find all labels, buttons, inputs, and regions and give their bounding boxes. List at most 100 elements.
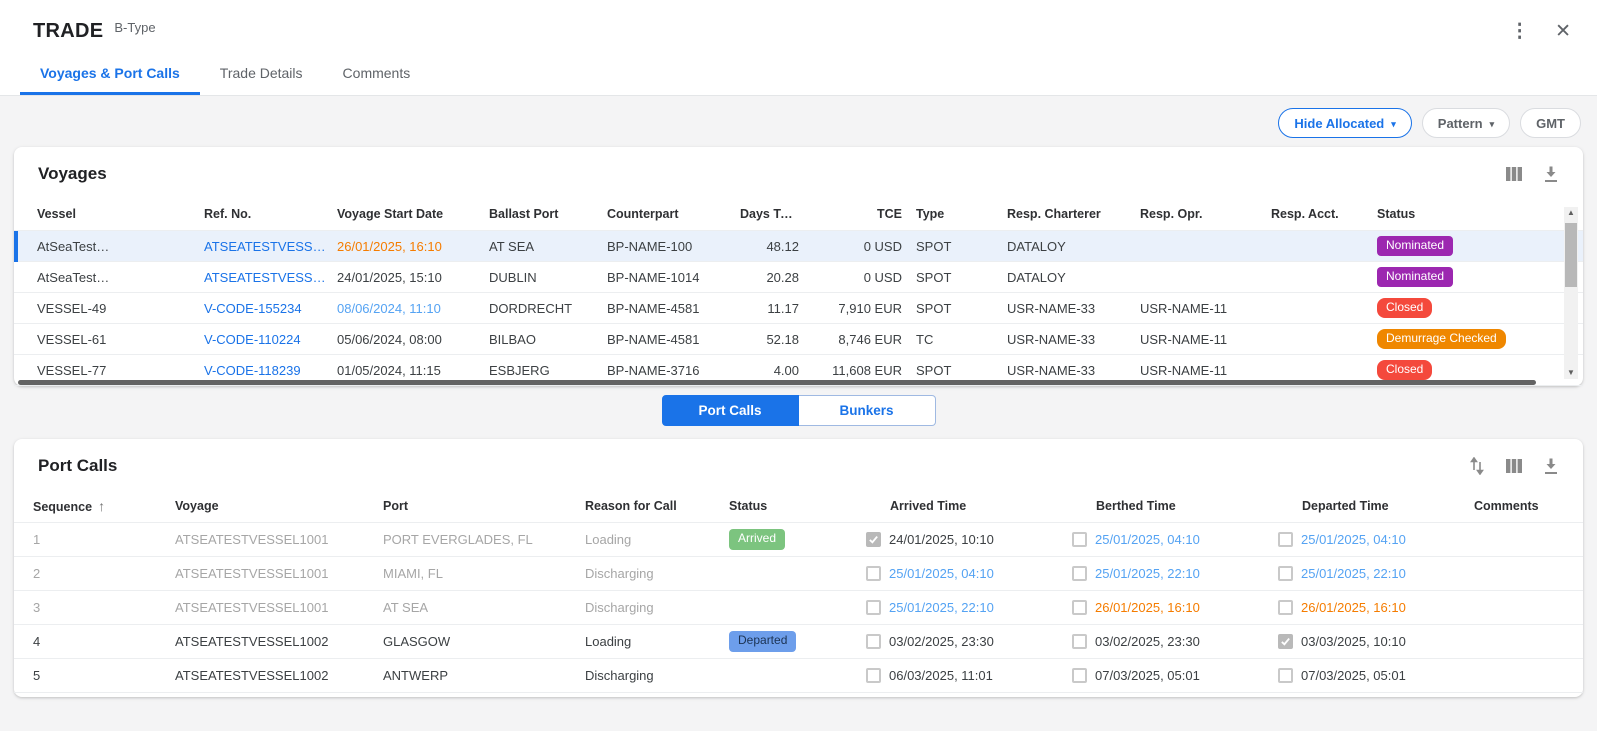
type-cell: SPOT [916,239,1007,254]
port-call-row[interactable]: 4ATSEATESTVESSEL1002GLASGOWLoadingDepart… [14,625,1583,659]
status-cell: Departed [729,631,866,651]
tab-voyages-port-calls[interactable]: Voyages & Port Calls [20,52,200,95]
departed-time-checkbox[interactable] [1278,634,1293,649]
dialog-header: TRADE B-Type ⋮ ✕ Voyages & Port Calls Tr… [0,0,1597,96]
departed-time-checkbox[interactable] [1278,668,1293,683]
col-status[interactable]: Status [1377,207,1533,221]
col-vessel[interactable]: Vessel [37,207,204,221]
col-type[interactable]: Type [916,207,1007,221]
voyage-row[interactable]: AtSeaTest…ATSEATESTVESSEL100124/01/2025,… [14,262,1583,293]
berthed-time-checkbox[interactable] [1072,532,1087,547]
columns-icon[interactable] [1505,458,1523,474]
kebab-menu-icon[interactable]: ⋮ [1510,22,1529,41]
col-resp-charterer[interactable]: Resp. Charterer [1007,207,1140,221]
bunkers-toggle[interactable]: Bunkers [799,395,936,426]
port-call-row[interactable]: 2ATSEATESTVESSEL1001MIAMI, FLDischarging… [14,557,1583,591]
departed-time-value: 26/01/2025, 16:10 [1301,600,1406,615]
status-badge: Closed [1377,298,1432,318]
arrived-time-checkbox[interactable] [866,566,881,581]
col-reason-for-call[interactable]: Reason for Call [585,499,729,513]
berthed-time-checkbox[interactable] [1072,634,1087,649]
ballast-port-cell: BILBAO [489,332,607,347]
pattern-button[interactable]: Pattern ▾ [1422,108,1510,138]
ref-no-link[interactable]: ATSEATESTVESSEL1002 [204,239,337,254]
port-calls-header-row: Sequence↑ Voyage Port Reason for Call St… [14,490,1583,523]
col-status[interactable]: Status [729,499,866,513]
col-ballast-port[interactable]: Ballast Port [489,207,607,221]
berthed-time-checkbox[interactable] [1072,600,1087,615]
col-resp-opr[interactable]: Resp. Opr. [1140,207,1271,221]
voyage-row[interactable]: VESSEL-61V-CODE-11022405/06/2024, 08:00B… [14,324,1583,355]
gmt-label: GMT [1536,116,1565,131]
col-counterpart[interactable]: Counterpart [607,207,740,221]
resp-opr-cell: USR-NAME-11 [1140,332,1271,347]
col-days-total[interactable]: Days Total [740,207,813,221]
scroll-up-icon[interactable]: ▲ [1564,207,1578,219]
col-voyage-start-date[interactable]: Voyage Start Date [337,207,489,221]
type-cell: SPOT [916,363,1007,378]
scrollbar-thumb[interactable] [1565,223,1577,287]
tab-trade-details[interactable]: Trade Details [200,52,323,95]
ref-no-link[interactable]: V-CODE-118239 [204,363,337,378]
col-comments[interactable]: Comments [1460,499,1563,513]
scroll-down-icon[interactable]: ▼ [1564,367,1578,379]
col-berthed-time[interactable]: Berthed Time [1072,499,1278,513]
berthed-time-cell: 26/01/2025, 16:10 [1072,600,1278,615]
arrived-time-checkbox[interactable] [866,668,881,683]
sort-ascending-icon[interactable]: ↑ [98,498,105,514]
berthed-time-checkbox[interactable] [1072,566,1087,581]
columns-icon[interactable] [1505,166,1523,182]
sequence-cell: 2 [33,566,175,581]
arrived-time-value: 25/01/2025, 04:10 [889,566,994,581]
arrived-time-value: 03/02/2025, 23:30 [889,634,994,649]
vessel-cell: VESSEL-49 [37,301,204,316]
voyages-table-body: AtSeaTest…ATSEATESTVESSEL100226/01/2025,… [14,231,1583,386]
arrived-time-checkbox[interactable] [866,600,881,615]
hide-allocated-button[interactable]: Hide Allocated ▾ [1278,108,1411,138]
port-calls-table-body: 1ATSEATESTVESSEL1001PORT EVERGLADES, FLL… [14,523,1583,693]
voyage-row[interactable]: VESSEL-49V-CODE-15523408/06/2024, 11:10D… [14,293,1583,324]
download-icon[interactable] [1543,458,1559,475]
berthed-time-checkbox[interactable] [1072,668,1087,683]
ref-no-link[interactable]: V-CODE-155234 [204,301,337,316]
col-sequence[interactable]: Sequence↑ [33,498,175,514]
col-voyage[interactable]: Voyage [175,499,383,513]
vessel-cell: AtSeaTest… [37,270,204,285]
voyage-row[interactable]: AtSeaTest…ATSEATESTVESSEL100226/01/2025,… [14,231,1583,262]
reason-cell: Loading [585,532,729,547]
port-call-row[interactable]: 5ATSEATESTVESSEL1002ANTWERPDischarging06… [14,659,1583,693]
berthed-time-cell: 25/01/2025, 04:10 [1072,532,1278,547]
col-tce[interactable]: TCE [813,207,916,221]
resp-charterer-cell: DATALOY [1007,270,1140,285]
col-resp-acct[interactable]: Resp. Acct. [1271,207,1377,221]
ref-no-link[interactable]: V-CODE-110224 [204,332,337,347]
status-cell: Demurrage Checked [1377,329,1533,349]
col-port[interactable]: Port [383,499,585,513]
departed-time-checkbox[interactable] [1278,566,1293,581]
arrived-time-checkbox[interactable] [866,532,881,547]
col-departed-time[interactable]: Departed Time [1278,499,1460,513]
ref-no-link[interactable]: ATSEATESTVESSEL1001 [204,270,337,285]
arrived-time-checkbox[interactable] [866,634,881,649]
departed-time-value: 07/03/2025, 05:01 [1301,668,1406,683]
ballast-port-cell: DORDRECHT [489,301,607,316]
departed-time-checkbox[interactable] [1278,532,1293,547]
departed-time-checkbox[interactable] [1278,600,1293,615]
chevron-down-icon: ▾ [1391,119,1396,130]
sort-icon[interactable] [1469,457,1485,475]
voyages-header-row: Vessel Ref. No. Voyage Start Date Ballas… [14,198,1583,231]
port-call-row[interactable]: 3ATSEATESTVESSEL1001AT SEADischarging25/… [14,591,1583,625]
download-icon[interactable] [1543,166,1559,183]
voyage-start-date-cell: 24/01/2025, 15:10 [337,270,489,285]
col-arrived-time[interactable]: Arrived Time [866,499,1072,513]
tce-cell: 7,910 EUR [813,301,916,316]
close-icon[interactable]: ✕ [1555,22,1571,41]
tab-comments[interactable]: Comments [323,52,431,95]
vertical-scrollbar[interactable]: ▲ ▼ [1564,207,1578,379]
gmt-button[interactable]: GMT [1520,108,1581,138]
port-calls-toggle[interactable]: Port Calls [662,395,799,426]
horizontal-scrollbar[interactable] [18,380,1536,385]
port-call-row[interactable]: 1ATSEATESTVESSEL1001PORT EVERGLADES, FLL… [14,523,1583,557]
days-total-cell: 52.18 [740,332,813,347]
col-ref-no[interactable]: Ref. No. [204,207,337,221]
